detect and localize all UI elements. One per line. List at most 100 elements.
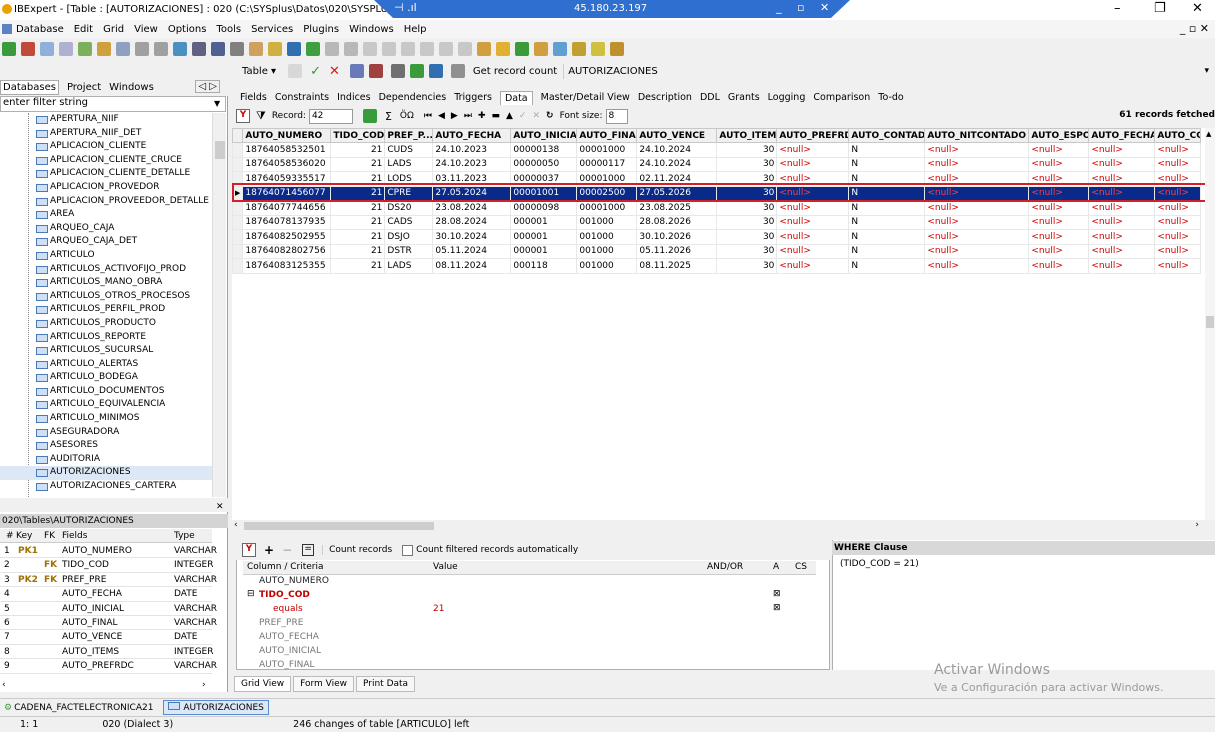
grid-cell[interactable]: 18764083125355 [242,258,332,274]
filter-icon[interactable]: Y [236,109,250,123]
tab-project[interactable]: Project [67,82,101,93]
tab-windows[interactable]: Windows [109,82,154,93]
grid-cell[interactable]: 30.10.2024 [432,229,512,245]
grid-cell[interactable]: 00000050 [510,156,578,172]
tab-data[interactable]: Data [499,91,533,105]
keys-icon[interactable] [409,64,424,78]
grid-cell[interactable]: 30 [716,156,778,172]
grid-cell[interactable]: N [848,142,926,158]
tab-comparison[interactable]: Comparison [813,92,870,103]
tab-master-detail[interactable]: Master/Detail View [541,92,630,103]
tree-item[interactable]: ARTICULO_BODEGA [0,371,212,385]
grid-cell[interactable]: 24.10.2023 [432,156,512,172]
grid-cell[interactable]: 21 [330,142,386,158]
crit-value[interactable]: 21 [433,604,444,614]
edit-icon[interactable] [40,42,54,56]
cancel-icon[interactable]: ✕ [532,111,540,121]
grid-cell[interactable]: <null> [776,200,850,216]
column-header[interactable]: AUTO_NITCONTADO [924,128,1030,143]
scroll-right-icon[interactable]: › [1195,520,1199,530]
tab-window-autorizaciones[interactable]: AUTORIZACIONES [163,700,269,715]
tree-item[interactable]: AUTORIZACIONES [0,466,212,481]
grid-cell[interactable]: <null> [924,142,1030,158]
field-row[interactable]: 2 FK TIDO_COD INTEGER [0,558,214,573]
grid-cell[interactable]: <null> [1028,229,1090,245]
tab-indices[interactable]: Indices [337,92,371,103]
copy2-icon[interactable] [382,42,396,56]
table-row[interactable]: 18764058536020 21 LADS 24.10.2023 00000050 00… [232,156,1202,172]
binoculars-icon[interactable] [211,42,225,56]
grid-cell[interactable]: 18764082802756 [242,243,332,259]
crit-auto-inicial[interactable]: AUTO_INICIAL [243,645,816,659]
grid-cell[interactable]: <null> [1154,156,1202,172]
tree-item[interactable]: APLICACION_PROVEEDOR_DETALLE [0,195,212,209]
filter-panel-icon[interactable]: Y [242,543,256,557]
scroll-thumb[interactable] [1206,316,1214,328]
grid-cell[interactable]: LADS [384,258,434,274]
grid-cell[interactable]: 001000 [576,243,638,259]
tab-databases[interactable]: Databases [0,79,59,95]
paste-icon[interactable] [154,42,168,56]
grid-cell[interactable]: <null> [776,258,850,274]
grid-cell[interactable]: 000001 [510,214,578,230]
menu-database[interactable]: Database [16,24,64,35]
table-row[interactable]: 18764083125355 21 LADS 08.11.2024 000118 0010… [232,258,1202,274]
grid-cell[interactable]: 00000098 [510,200,578,216]
rollback-icon[interactable]: ✕ [329,64,340,79]
structure-icon[interactable] [428,64,443,78]
nav-arrows-icon[interactable]: ◁ ▷ [195,80,220,93]
print-icon[interactable] [230,42,244,56]
grid-cell[interactable]: <null> [1088,229,1156,245]
grid-cell[interactable]: <null> [1154,214,1202,230]
grid-cell[interactable]: 00000138 [510,142,578,158]
grid-cell[interactable]: 21 [330,258,386,274]
count-records-icon[interactable]: = [302,544,315,556]
pin-icon[interactable]: ⊣ .ıl [394,1,417,14]
field-row[interactable]: 4 AUTO_FECHA DATE [0,587,212,602]
grid-cell[interactable]: N [848,214,926,230]
tree-item[interactable]: ARTICULOS_SUCURSAL [0,344,212,358]
mdi-controls[interactable]: _ ▫ ✕ [1180,22,1209,35]
record-input[interactable]: 42 [308,108,353,124]
grid-cell[interactable]: N [848,156,926,172]
table-row[interactable]: 18764082502955 21 DSJO 30.10.2024 000001 0010… [232,229,1202,245]
grid-cell[interactable]: <null> [924,258,1030,274]
grid-cell[interactable]: 18764077744656 [242,200,332,216]
tab-todo[interactable]: To-do [878,92,903,103]
tab-grid-view[interactable]: Grid View [234,676,292,692]
tab-description[interactable]: Description [638,92,692,103]
count-filtered-checkbox[interactable] [402,544,414,556]
grid-cell[interactable]: 23.08.2024 [432,200,512,216]
cut-icon[interactable] [363,42,377,56]
grid-cell[interactable]: 001000 [576,258,638,274]
grid-cell[interactable]: 08.11.2025 [636,258,718,274]
grid-cell[interactable]: <null> [1154,200,1202,216]
where-text[interactable]: (TIDO_COD = 21) [840,559,919,569]
grid-cell[interactable]: 000001 [510,229,578,245]
grid-cell[interactable]: <null> [1088,214,1156,230]
grid-cell[interactable]: <null> [1028,156,1090,172]
grid-cell[interactable]: <null> [1088,200,1156,216]
tab-triggers[interactable]: Triggers [454,92,492,103]
undo-icon[interactable] [325,42,339,56]
tab-ddl[interactable]: DDL [700,92,720,103]
crit-auto-final[interactable]: AUTO_FINAL [243,659,816,673]
grid-cell[interactable]: <null> [1088,142,1156,158]
grid-icon[interactable] [287,42,301,56]
domain-new-icon[interactable] [572,42,586,56]
grid-cell[interactable]: <null> [924,229,1030,245]
lightning-icon[interactable] [288,64,303,78]
tree-item[interactable]: AUTORIZACIONES_CARTERA [0,480,212,494]
field-row[interactable]: 5 AUTO_INICIAL VARCHAR [0,602,217,616]
grid-cell[interactable]: 30 [716,258,778,274]
menu-grid[interactable]: Grid [103,24,124,35]
grid-cell[interactable]: 21 [330,214,386,230]
report-icon[interactable] [450,64,465,78]
menu-services[interactable]: Services [251,24,293,35]
tab-form-view[interactable]: Form View [293,676,354,692]
menu-windows[interactable]: Windows [349,24,394,35]
edit-record-icon[interactable]: ▲ [506,111,513,121]
tab-dependencies[interactable]: Dependencies [379,92,447,103]
tree-item[interactable]: ARTICULOS_PERFIL_PROD [0,303,212,317]
paste2-icon[interactable] [401,42,415,56]
